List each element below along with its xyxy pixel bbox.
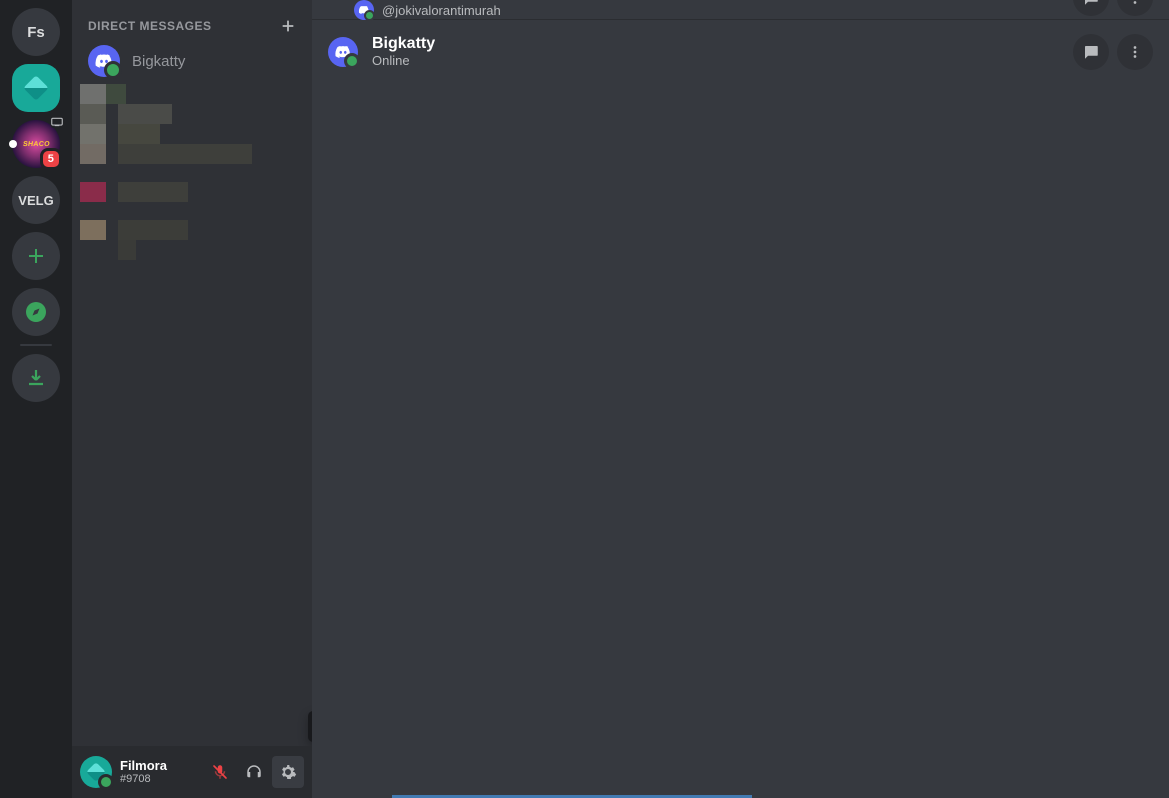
dm-item-label: Bigkatty [132,53,185,70]
footer-controls [204,756,304,788]
self-username: Filmora [120,758,204,774]
plus-icon [280,18,296,34]
prev-message-button[interactable] [1073,0,1109,16]
profile-status-label: Online [372,53,435,70]
profile-actions [1073,34,1153,70]
server-separator [20,344,52,346]
more-button[interactable] [1117,34,1153,70]
server-pill-indicator [9,140,17,148]
dm-header-label: DIRECT MESSAGES [88,19,212,33]
plus-icon [24,244,48,268]
headphones-icon [245,763,263,781]
add-server-button[interactable] [12,232,60,280]
deafen-button[interactable] [238,756,270,788]
screen-share-icon [50,116,64,128]
dm-header: DIRECT MESSAGES [72,0,312,40]
status-online-icon [344,53,360,69]
filmora-logo-icon [23,75,48,100]
server-shaco[interactable]: SHACO 5 [12,120,60,168]
download-apps-button[interactable] [12,354,60,402]
server-velg-label: VELG [18,193,53,208]
message-icon [1082,43,1100,61]
redacted-dm-items [72,84,312,260]
home-server-label: Fs [27,24,45,41]
more-icon [1126,0,1144,7]
profile-name: Bigkatty [372,34,435,53]
avatar[interactable] [328,37,358,67]
download-icon [24,366,48,390]
message-button[interactable] [1073,34,1109,70]
message-icon [1082,0,1100,7]
dm-column: DIRECT MESSAGES Bigkatty User Settings [72,0,312,798]
self-user-info[interactable]: Filmora #9708 [120,758,204,787]
compass-icon [24,300,48,324]
notification-badge: 5 [40,148,62,170]
server-rail: Fs SHACO 5 VELG [0,0,72,798]
mute-mic-button[interactable] [204,756,236,788]
status-online-icon [104,61,122,79]
dm-list: Bigkatty [72,40,312,82]
self-avatar[interactable] [80,756,112,788]
user-settings-button[interactable] [272,756,304,788]
prev-more-button[interactable] [1117,0,1153,16]
profile-text: Bigkatty Online [372,34,435,70]
search-handle: @jokivalorantimurah [382,3,501,18]
shaco-label: SHACO [22,141,50,148]
avatar [354,0,374,20]
gear-icon [279,763,297,781]
server-filmora[interactable] [12,64,60,112]
mic-muted-icon [211,763,229,781]
explore-servers-button[interactable] [12,288,60,336]
main-content: @jokivalorantimurah Bigkatty Online [312,0,1169,798]
home-server[interactable]: Fs [12,8,60,56]
more-icon [1126,43,1144,61]
profile-row: Bigkatty Online [312,20,1169,84]
avatar [88,45,120,77]
create-dm-button[interactable] [280,18,296,34]
dm-item-bigkatty[interactable]: Bigkatty [80,40,304,82]
user-footer: Filmora #9708 [72,746,312,798]
server-velg[interactable]: VELG [12,176,60,224]
status-online-icon [98,774,114,790]
self-tag: #9708 [120,773,204,786]
previous-search-strip: @jokivalorantimurah [312,0,1169,20]
status-online-icon [364,10,375,21]
